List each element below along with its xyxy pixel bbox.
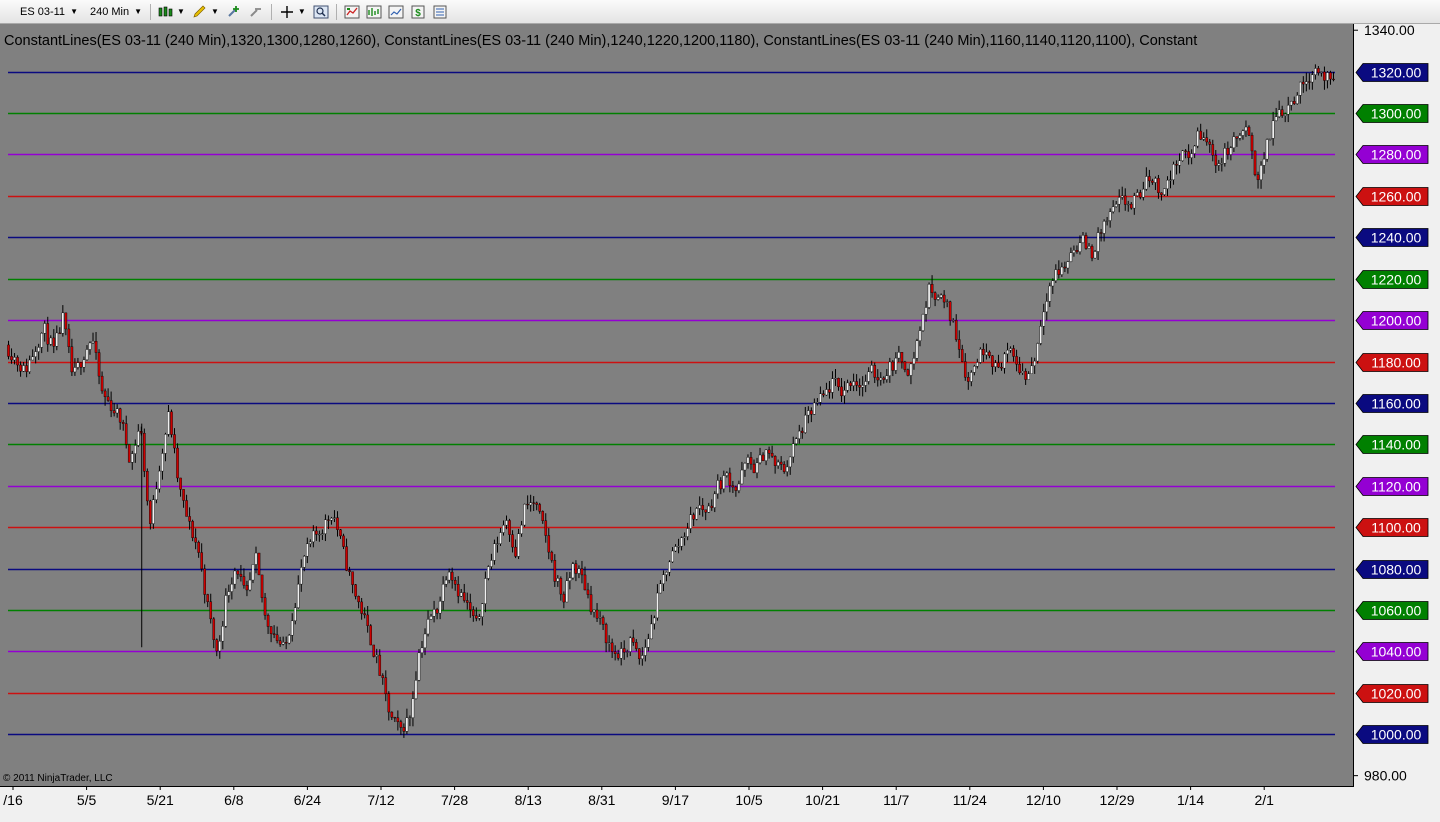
- candle: [170, 409, 173, 438]
- copyright-label: © 2011 NinjaTrader, LLC: [3, 773, 113, 784]
- x-tick-label: 7/28: [441, 792, 468, 808]
- crosshair-icon[interactable]: [278, 3, 296, 21]
- candle: [1036, 342, 1040, 364]
- price-tag-label: 1160.00: [1371, 396, 1421, 412]
- x-tick-label: 6/24: [294, 792, 321, 808]
- indicator-label: ConstantLines(ES 03-11 (240 Min),1320,13…: [4, 33, 1197, 49]
- zoom-in-icon[interactable]: [225, 3, 243, 21]
- x-tick-label: 12/29: [1099, 792, 1134, 808]
- x-tick-label: 10/5: [735, 792, 762, 808]
- plot-area: [0, 24, 1353, 786]
- price-tag-label: 1280.00: [1371, 147, 1422, 163]
- strategies-icon[interactable]: [343, 3, 361, 21]
- x-tick-label: 6/8: [224, 792, 244, 808]
- candle: [487, 565, 490, 581]
- x-tick-label: 10/21: [805, 792, 840, 808]
- candle: [342, 533, 345, 550]
- x-tick-label: 5/21: [147, 792, 174, 808]
- price-tag-label: 1320.00: [1371, 65, 1422, 81]
- y-tick-label: 980.00: [1364, 768, 1407, 784]
- instrument-label: ES 03-11: [20, 5, 66, 18]
- candle: [417, 648, 421, 682]
- candle: [146, 468, 149, 506]
- toolbar-separator: [270, 3, 272, 20]
- candle: [571, 561, 575, 580]
- x-tick-label: 12/10: [1026, 792, 1061, 808]
- x-tick-label: 8/31: [588, 792, 615, 808]
- candle: [287, 633, 291, 645]
- y-tick-label: 1340.00: [1364, 24, 1415, 38]
- price-tag-label: 1040.00: [1371, 644, 1422, 660]
- price-tag-label: 1180.00: [1371, 355, 1421, 371]
- price-tag-label: 1100.00: [1371, 520, 1421, 536]
- price-tag-label: 1020.00: [1371, 686, 1422, 702]
- price-chart[interactable]: 1320.00 1300.00 1280.00 1260.00 1240.00 1220.…: [0, 24, 1440, 822]
- x-tick-label: 9/17: [662, 792, 689, 808]
- candle: [1253, 150, 1257, 177]
- candle: [906, 368, 910, 377]
- x-tick-label: 11/24: [953, 792, 987, 808]
- candle: [921, 313, 925, 332]
- candle: [1247, 125, 1251, 136]
- instrument-selector[interactable]: ES 03-11 ▼: [16, 3, 82, 21]
- price-tag-label: 1260.00: [1371, 189, 1422, 205]
- chart-toolbar: ES 03-11 ▼ 240 Min ▼ ▼ ▼ ▼ $: [0, 0, 1440, 24]
- candle: [1181, 149, 1184, 162]
- x-tick-label: 2/1: [1254, 792, 1274, 808]
- candle: [695, 507, 698, 521]
- chevron-down-icon[interactable]: ▼: [211, 7, 219, 16]
- chevron-down-icon[interactable]: ▼: [177, 7, 185, 16]
- x-tick-label: 5/5: [77, 792, 97, 808]
- price-tag-label: 1300.00: [1371, 106, 1422, 122]
- price-tag-label: 1140.00: [1371, 437, 1421, 453]
- magnify-icon[interactable]: [312, 3, 330, 21]
- candle: [1093, 249, 1097, 259]
- price-tag-label: 1060.00: [1371, 603, 1422, 619]
- x-tick-label: 1/14: [1177, 792, 1204, 808]
- interval-selector[interactable]: 240 Min ▼: [86, 3, 146, 21]
- draw-pencil-icon[interactable]: [191, 3, 209, 21]
- x-tick-label: 7/12: [367, 792, 394, 808]
- candle: [1265, 138, 1269, 162]
- svg-text:$: $: [415, 8, 421, 19]
- zoom-out-icon[interactable]: [247, 3, 265, 21]
- price-tag-label: 1200.00: [1371, 313, 1422, 329]
- candle: [979, 347, 982, 364]
- x-tick-label: 11/7: [883, 792, 909, 808]
- toolbar-separator: [335, 3, 337, 20]
- candle: [915, 338, 919, 362]
- price-tag-label: 1000.00: [1371, 727, 1422, 743]
- candle: [257, 552, 261, 576]
- chevron-down-icon: ▼: [134, 7, 143, 16]
- indicators-icon[interactable]: [365, 3, 383, 21]
- toolbar-separator: [150, 3, 152, 20]
- price-tag-label: 1080.00: [1371, 562, 1422, 578]
- price-tag-label: 1120.00: [1371, 479, 1421, 495]
- properties-icon[interactable]: [431, 3, 449, 21]
- price-tag-label: 1240.00: [1371, 230, 1422, 246]
- candle: [127, 444, 131, 463]
- candle: [143, 428, 146, 478]
- bar-type-icon[interactable]: [157, 3, 175, 21]
- candle: [152, 495, 155, 529]
- chevron-down-icon[interactable]: ▼: [298, 7, 306, 16]
- x-tick-label: 8/13: [515, 792, 542, 808]
- price-tag-label: 1220.00: [1371, 272, 1422, 288]
- candle: [372, 644, 376, 658]
- interval-label: 240 Min: [89, 5, 130, 18]
- x-tick-label: /16: [3, 792, 23, 808]
- candle: [523, 503, 526, 527]
- data-box-icon[interactable]: [387, 3, 405, 21]
- dollar-icon[interactable]: $: [409, 3, 427, 21]
- candle: [927, 282, 931, 310]
- candle: [369, 624, 372, 646]
- candle: [176, 443, 179, 483]
- chevron-down-icon: ▼: [70, 7, 78, 16]
